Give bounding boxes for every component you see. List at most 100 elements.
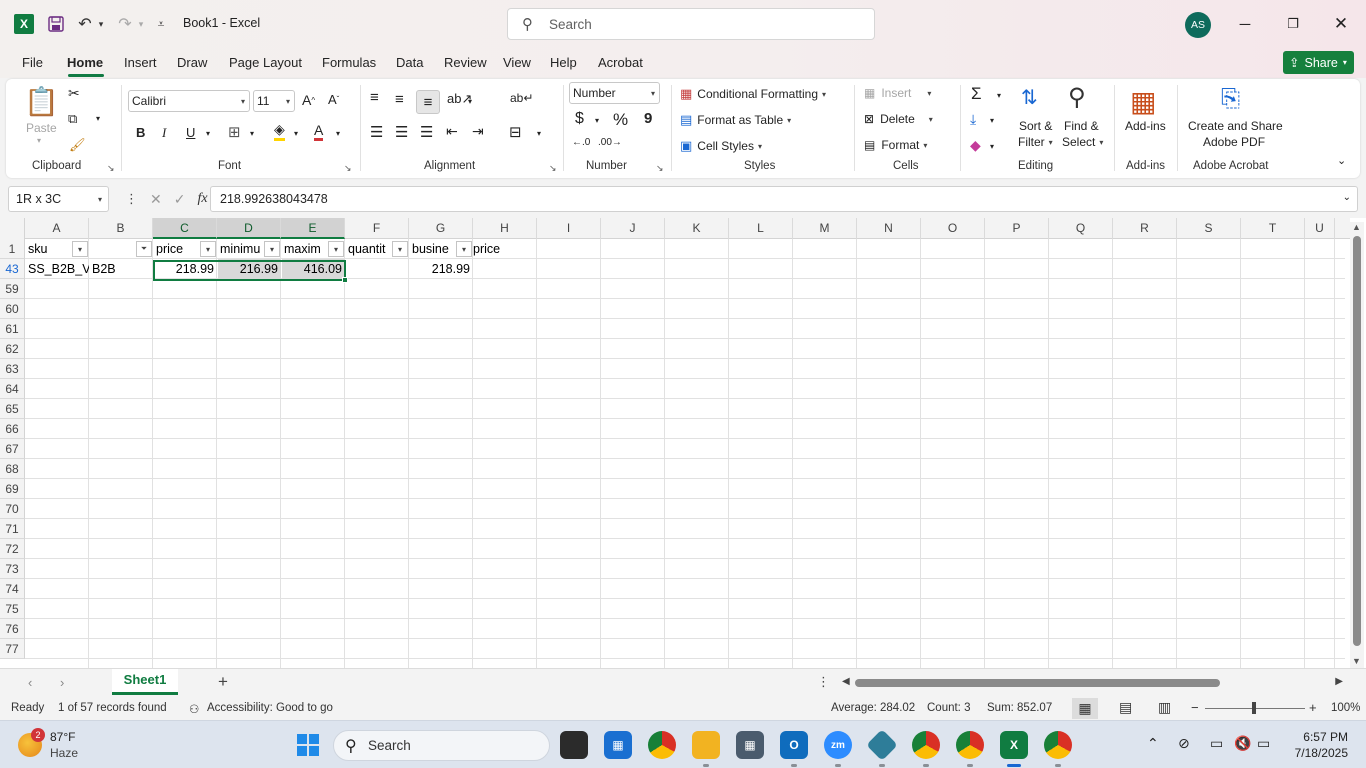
- excel-taskbar-icon[interactable]: X: [1000, 731, 1028, 759]
- column-header-r[interactable]: R: [1113, 218, 1177, 239]
- filter-dropdown-icon[interactable]: ▾: [200, 241, 216, 257]
- top-align-icon[interactable]: ≡: [370, 89, 379, 106]
- cell-b43[interactable]: B2B: [89, 259, 153, 279]
- avatar[interactable]: AS: [1185, 12, 1211, 38]
- column-header-q[interactable]: Q: [1049, 218, 1113, 239]
- underline-dropdown-icon[interactable]: ▾: [206, 129, 210, 138]
- filter-dropdown-icon[interactable]: ▾: [264, 241, 280, 257]
- horizontal-scrollbar[interactable]: ◀ ▶: [840, 676, 1345, 690]
- task-view-icon[interactable]: [560, 731, 588, 759]
- increase-indent-icon[interactable]: ⇥: [472, 123, 484, 140]
- vertical-scroll-thumb[interactable]: [1353, 236, 1361, 646]
- tab-insert[interactable]: Insert: [124, 55, 157, 70]
- row-header-65[interactable]: 65: [0, 399, 25, 419]
- formula-input[interactable]: 218.992638043478 ⌄: [210, 186, 1358, 212]
- increase-decimal-icon[interactable]: ←.0: [572, 137, 590, 148]
- fill-color-icon[interactable]: ◈: [274, 121, 285, 141]
- scroll-left-icon[interactable]: ◀: [842, 676, 850, 687]
- row-header-67[interactable]: 67: [0, 439, 25, 459]
- merge-dropdown-icon[interactable]: ▾: [537, 129, 541, 138]
- paste-icon[interactable]: 📋: [24, 85, 59, 118]
- conditional-formatting-button[interactable]: ▦ Conditional Formatting ▾: [680, 86, 826, 102]
- cell-g1[interactable]: busine: [409, 239, 457, 259]
- row-header-73[interactable]: 73: [0, 559, 25, 579]
- decrease-font-size-icon[interactable]: Aˇ: [328, 92, 339, 107]
- search-input[interactable]: ⚲ Search: [507, 8, 875, 40]
- file-explorer-icon[interactable]: [692, 731, 720, 759]
- cell-d43[interactable]: 216.99: [218, 259, 281, 279]
- redo-icon[interactable]: ↷: [116, 12, 134, 36]
- sort-filter-icon[interactable]: ⇅: [1021, 85, 1038, 110]
- clear-icon[interactable]: ◆: [970, 137, 981, 154]
- chrome-profile-2-icon[interactable]: [956, 731, 984, 759]
- zoom-slider-thumb[interactable]: [1252, 702, 1256, 714]
- tab-acrobat[interactable]: Acrobat: [598, 55, 643, 70]
- weather-temperature[interactable]: 87°F: [50, 730, 75, 744]
- find-select-button[interactable]: Find &: [1064, 119, 1099, 133]
- create-share-pdf-button[interactable]: Create and Share: [1188, 119, 1283, 133]
- row-header-72[interactable]: 72: [0, 539, 25, 559]
- chevron-up-icon[interactable]: ⌃: [1147, 735, 1159, 752]
- tab-file[interactable]: File: [22, 55, 43, 70]
- cell-d1[interactable]: minimu: [217, 239, 265, 259]
- row-header-71[interactable]: 71: [0, 519, 25, 539]
- wrap-text-icon[interactable]: ab↵: [510, 91, 533, 105]
- chrome-profile-3-icon[interactable]: [1044, 731, 1072, 759]
- fill-handle[interactable]: [342, 277, 348, 283]
- column-header-t[interactable]: T: [1241, 218, 1305, 239]
- undo-dropdown-icon[interactable]: ▾: [97, 12, 105, 36]
- format-cells-button[interactable]: ▤ Format ▾: [864, 138, 927, 152]
- add-sheet-icon[interactable]: +: [218, 672, 228, 692]
- row-header-66[interactable]: 66: [0, 419, 25, 439]
- filter-dropdown-icon[interactable]: ▾: [328, 241, 344, 257]
- cell-e1[interactable]: maxim: [281, 239, 329, 259]
- autosum-icon[interactable]: Σ: [971, 84, 982, 104]
- add-ins-icon[interactable]: ▦: [1130, 85, 1156, 118]
- middle-align-icon[interactable]: ≡: [395, 91, 404, 108]
- add-ins-button[interactable]: Add-ins: [1125, 119, 1166, 133]
- cell-a43[interactable]: SS_B2B_V: [25, 259, 89, 279]
- tab-formulas[interactable]: Formulas: [322, 55, 376, 70]
- select-all-corner[interactable]: [0, 218, 25, 239]
- vertical-scrollbar[interactable]: ▲ ▼: [1350, 222, 1364, 668]
- font-name-field[interactable]: Calibri ▾: [128, 90, 250, 112]
- find-select-button-2[interactable]: Select ▾: [1062, 135, 1103, 149]
- clock-time[interactable]: 6:57 PM: [1298, 730, 1348, 744]
- bottom-align-icon[interactable]: ≡: [416, 90, 440, 114]
- zoom-app-icon[interactable]: zm: [824, 731, 852, 759]
- decrease-decimal-icon[interactable]: .00→: [598, 137, 622, 148]
- font-color-dropdown-icon[interactable]: ▾: [336, 129, 340, 138]
- clipboard-launcher-icon[interactable]: ↘: [107, 163, 115, 174]
- font-size-field[interactable]: 11 ▾: [253, 90, 295, 112]
- scroll-up-icon[interactable]: ▲: [1352, 222, 1361, 232]
- chrome-profile-icon[interactable]: [912, 731, 940, 759]
- sort-filter-button[interactable]: Sort &: [1019, 119, 1052, 133]
- column-header-f[interactable]: F: [345, 218, 409, 239]
- italic-button[interactable]: I: [162, 125, 166, 141]
- tab-home[interactable]: Home: [67, 55, 103, 70]
- cell-h1[interactable]: price: [470, 239, 534, 259]
- borders-icon[interactable]: ⊞: [228, 123, 241, 141]
- number-format-select[interactable]: Number ▾: [569, 82, 660, 104]
- column-header-s[interactable]: S: [1177, 218, 1241, 239]
- row-header-61[interactable]: 61: [0, 319, 25, 339]
- create-share-pdf-button-2[interactable]: Adobe PDF: [1203, 135, 1265, 149]
- font-color-icon[interactable]: A: [314, 121, 324, 141]
- column-header-h[interactable]: H: [473, 218, 537, 239]
- column-header-b[interactable]: B: [89, 218, 153, 239]
- cell-g43[interactable]: 218.99: [409, 259, 473, 279]
- save-icon[interactable]: [46, 12, 66, 36]
- align-right-icon[interactable]: ☰: [420, 123, 433, 141]
- paste-button[interactable]: Paste: [26, 121, 57, 135]
- filter-dropdown-icon[interactable]: ▾: [72, 241, 88, 257]
- previous-sheet-icon[interactable]: ‹: [28, 675, 32, 690]
- row-header-62[interactable]: 62: [0, 339, 25, 359]
- column-header-e[interactable]: E: [281, 218, 345, 239]
- expand-formula-bar-icon[interactable]: ⌄: [1343, 192, 1351, 203]
- fill-dropdown-icon[interactable]: ▾: [990, 116, 994, 125]
- currency-dropdown-icon[interactable]: ▾: [595, 116, 599, 125]
- decrease-indent-icon[interactable]: ⇤: [446, 123, 458, 140]
- paste-dropdown-icon[interactable]: ▾: [37, 136, 41, 145]
- normal-view-icon[interactable]: ▦: [1072, 698, 1098, 719]
- column-header-m[interactable]: M: [793, 218, 857, 239]
